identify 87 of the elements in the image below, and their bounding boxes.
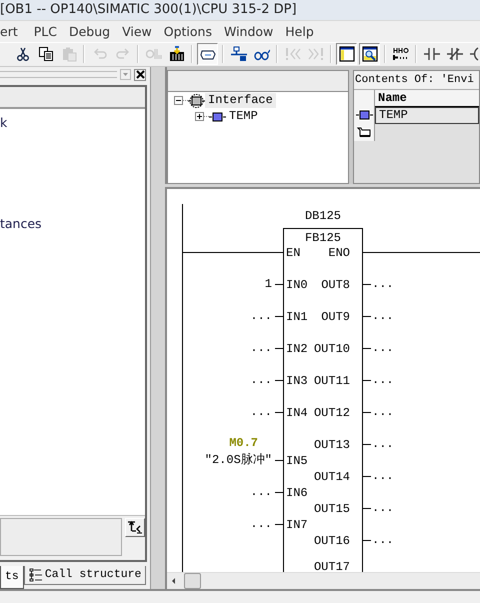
pin-label: ENO [328,246,350,260]
operand-label: ... [372,500,394,515]
operand-label: ... [249,516,272,531]
pin-label: OUT10 [314,342,350,356]
pin-label: IN6 [286,486,308,500]
jump-button[interactable] [125,518,145,537]
network-icon [230,46,246,62]
tree-item[interactable]: TEMP [226,109,261,124]
pin-label: IN5 [286,454,308,468]
pin-label: OUT9 [321,310,350,324]
instance-label: DB125 [304,208,342,223]
menu-item[interactable]: Options [158,24,218,39]
pin-label: IN4 [286,406,308,420]
variable-block-icon [209,110,226,124]
operand-label: ... [372,340,394,355]
negated-contact-icon [446,46,462,62]
pin-label: OUT15 [314,502,350,516]
operand-label: ... [372,404,394,419]
variable-block-icon [356,108,372,122]
operand-label: ... [249,308,272,323]
pin-label: OUT12 [314,406,350,420]
horizontal-scrollbar[interactable] [167,572,480,589]
tray-button[interactable] [197,43,218,66]
operand-label: ... [372,276,394,291]
tree-structure-icon [28,568,43,582]
table-cell[interactable]: TEMP [375,106,479,124]
scissors-icon [14,46,30,62]
pane-title: Contents Of: 'Envi [354,70,479,90]
zoom-window-button[interactable] [359,43,380,66]
double-chevron-right-icon [308,46,324,62]
menu-item[interactable]: Help [279,24,320,39]
clipboard-icon [60,46,76,62]
block-label: FB125 [304,230,342,245]
operand-label: ... [372,308,394,323]
pin-label: OUT11 [314,374,350,388]
pin-label: IN2 [286,342,308,356]
zoom-window-icon [362,46,378,62]
pin-label: IN7 [286,518,308,532]
double-chevron-left-icon [284,46,300,62]
window-button[interactable] [336,43,357,66]
contact-icon [424,46,440,62]
scrollbar-thumb[interactable] [184,572,201,589]
pin-label: OUT16 [314,534,350,548]
pin-label: IN0 [286,278,308,292]
operand-label: ... [249,340,272,355]
close-button[interactable] [134,68,146,81]
arrow-icon [127,520,143,534]
operand-label: ... [372,436,394,451]
window-title: [OB1 -- OP140\SIMATIC 300(1)\CPU 315-2 DP] [0,2,297,18]
collapse-icon[interactable] [174,96,183,106]
operand-label: ... [372,372,394,387]
download-icon [168,46,184,62]
tab[interactable]: Call structure [24,566,146,585]
window-icon [338,46,354,62]
menu-item[interactable]: Window [218,24,280,39]
list-item[interactable]: k [0,114,8,131]
menu-item[interactable]: ert [0,24,24,39]
operand-label: ... [249,484,272,499]
pin-label: IN3 [286,374,308,388]
operand-label: ... [372,532,394,547]
menu-item[interactable]: Debug [62,24,116,39]
pin-label: OUT13 [314,438,350,452]
panel-grip[interactable] [0,71,117,78]
pin-label: OUT14 [314,470,350,484]
interface-icon [188,94,205,108]
pin-label: IN1 [286,310,308,324]
tree-item[interactable]: Interface [205,93,276,108]
operand-label: "2.0S脉冲" [204,452,272,467]
close-icon [136,70,144,80]
operand-label: ... [249,404,272,419]
expand-icon[interactable] [195,112,204,122]
tab[interactable]: ts [0,566,24,589]
address-label: M0.7 [228,436,258,450]
scroll-left-arrow-icon[interactable] [170,576,178,586]
pin-label: OUT8 [321,278,350,292]
operand-label: ... [249,372,272,387]
ladder-icon [392,46,408,62]
column-header[interactable]: Name [375,90,479,107]
menu-item[interactable]: View [116,24,158,39]
copy-icon [38,46,54,62]
operand-label: ... [372,468,394,483]
pin-label: EN [286,246,300,260]
new-row-icon [357,127,371,138]
list-item[interactable]: tances [0,216,42,232]
pin-label: OUT17 [314,560,350,572]
operand-label: 1 [264,276,272,291]
menu-item[interactable]: PLC [28,24,63,39]
